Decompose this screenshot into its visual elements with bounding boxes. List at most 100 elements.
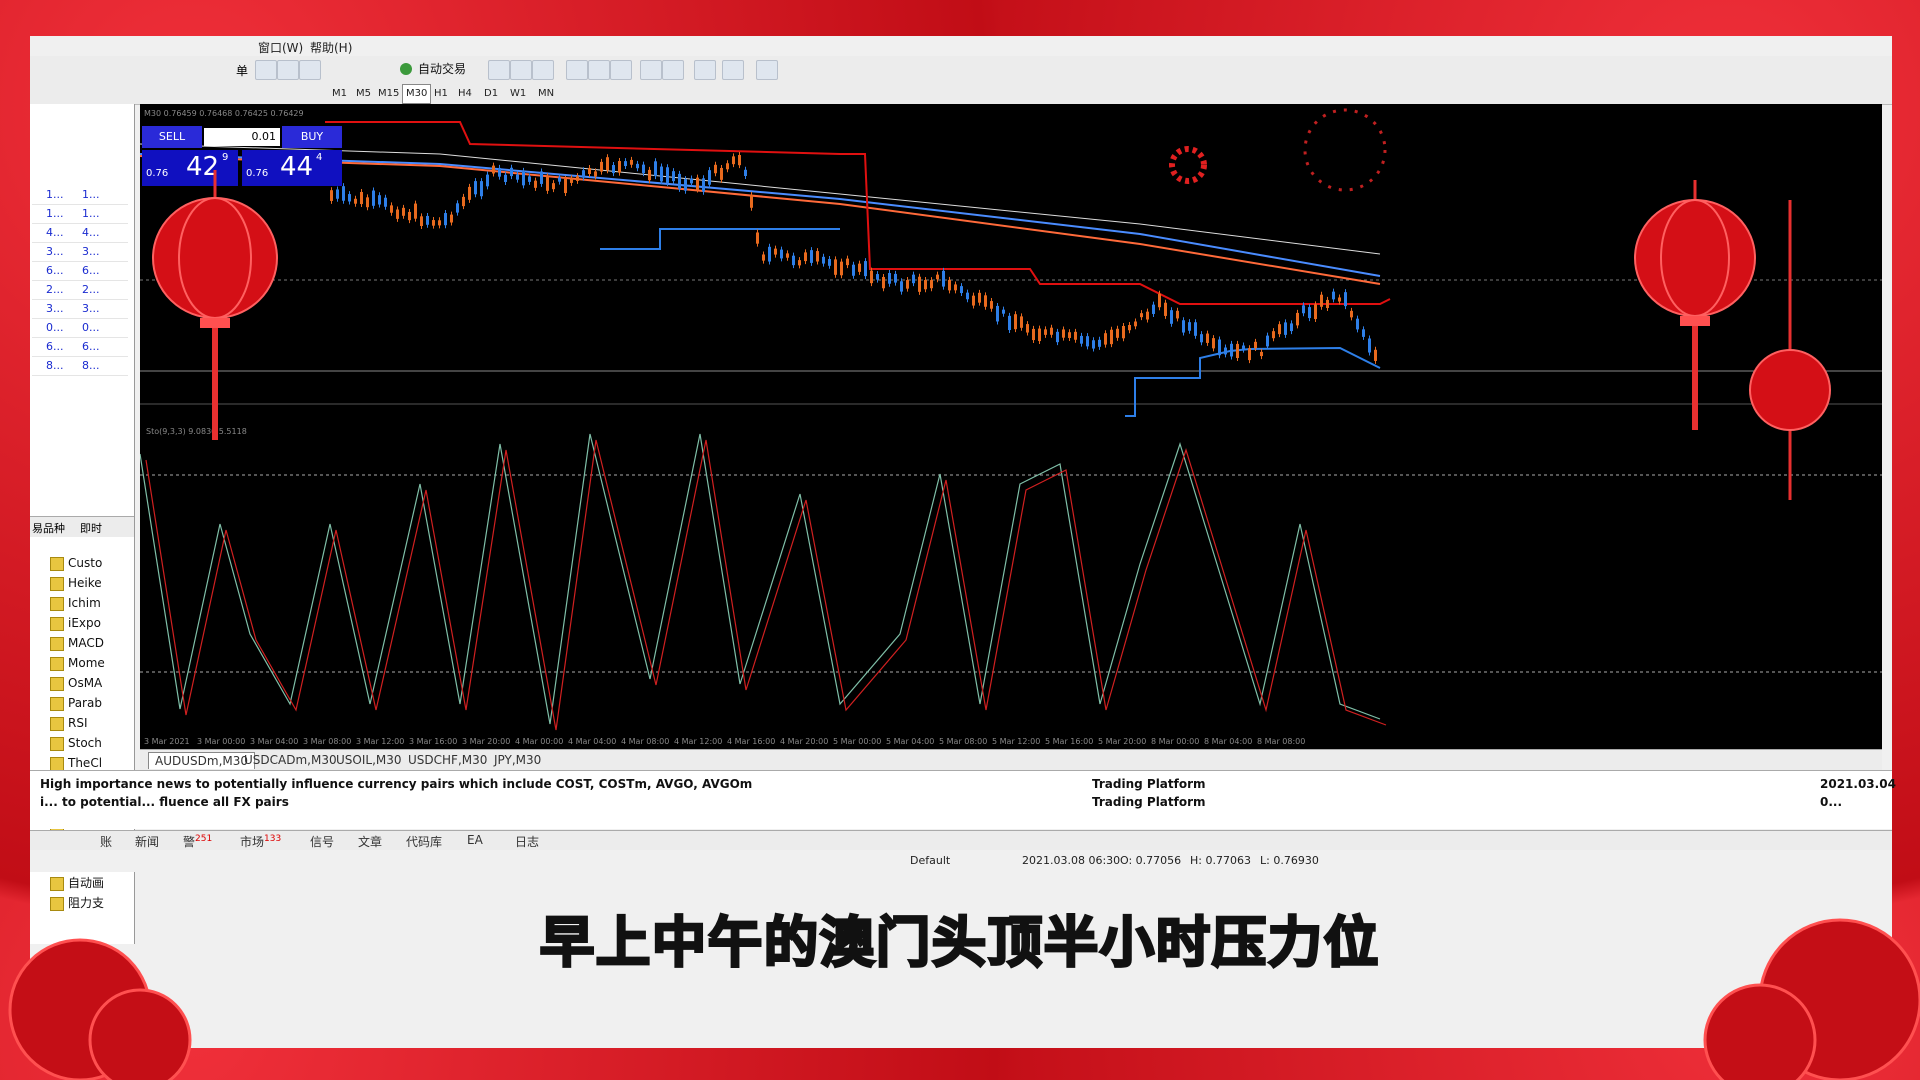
terminal-tab[interactable]: 市场133 <box>240 833 281 850</box>
price-chart[interactable]: M30 0.76459 0.76468 0.76425 0.76429 Sto(… <box>140 104 1882 749</box>
zoom-out-icon[interactable] <box>588 60 610 80</box>
terminal-tab[interactable]: 代码库 <box>406 833 442 850</box>
tf-m5[interactable]: M5 <box>352 84 375 104</box>
candle <box>918 276 921 292</box>
tf-m1[interactable]: M1 <box>328 84 351 104</box>
candle <box>600 161 603 172</box>
tf-d1[interactable]: D1 <box>480 84 502 104</box>
news-title-1[interactable]: High importance news to potentially infl… <box>40 775 752 793</box>
lot-input[interactable]: 0.01 <box>204 128 280 146</box>
market-watch-row[interactable]: 1... 1... <box>32 186 128 205</box>
market-watch-row[interactable]: 3... 3... <box>32 300 128 319</box>
navigator-indicator-item[interactable]: Custo <box>48 554 102 572</box>
candle <box>720 167 723 180</box>
x-axis-label: 3 Mar 20:00 <box>462 737 510 746</box>
line-chart-icon[interactable] <box>532 60 554 80</box>
candle <box>1038 328 1041 342</box>
terminal-tab[interactable]: 新闻 <box>135 833 159 850</box>
chart-tab-usdcadm[interactable]: USDCADm,M30 <box>238 752 343 768</box>
terminal-tab[interactable]: 信号 <box>310 833 334 850</box>
bar-chart-icon[interactable] <box>488 60 510 80</box>
navigator-indicator-item[interactable]: Mome <box>48 654 105 672</box>
autotrade-button[interactable]: 自动交易 <box>398 60 466 78</box>
terminal-tabs: 账 新闻 警251 市场133 信号 文章 代码库 EA 日志 <box>30 830 1892 851</box>
terminal-tab[interactable]: 账 <box>100 833 112 850</box>
candle-chart-icon[interactable] <box>510 60 532 80</box>
candle <box>1332 291 1335 300</box>
terminal-tab[interactable]: EA <box>467 833 483 847</box>
terminal-tab[interactable]: 警251 <box>183 833 212 850</box>
menu-help[interactable]: 帮助(H) <box>310 39 352 56</box>
tf-h1[interactable]: H1 <box>430 84 452 104</box>
candle <box>726 163 729 170</box>
tab-symbols[interactable]: 易品种 <box>32 520 65 536</box>
candle <box>558 177 561 182</box>
candle <box>444 213 447 226</box>
candle <box>1104 333 1107 345</box>
navigator-indicator-item[interactable]: Ichim <box>48 594 101 612</box>
autoscroll-icon[interactable] <box>640 60 662 80</box>
navigator-indicator-item[interactable]: OsMA <box>48 674 102 692</box>
chart-shift-icon[interactable] <box>662 60 684 80</box>
candle <box>822 256 825 264</box>
ask-cell: 1... <box>82 207 100 220</box>
tf-mn[interactable]: MN <box>534 84 558 104</box>
sell-button[interactable]: SELL <box>142 126 202 148</box>
menu-window[interactable]: 窗口(W) <box>258 39 303 56</box>
signals-icon[interactable] <box>299 60 321 80</box>
market-watch-row[interactable]: 3... 3... <box>32 243 128 262</box>
new-order-label[interactable]: 单 <box>236 62 248 79</box>
navigator-indicator-item[interactable]: Stoch <box>48 734 102 752</box>
periods-icon[interactable] <box>722 60 744 80</box>
buy-price-box[interactable]: 0.76 44 4 <box>242 150 342 186</box>
candle <box>1002 309 1005 314</box>
navigator-indicator-item[interactable]: MACD <box>48 634 104 652</box>
candle <box>426 215 429 225</box>
navigator-indicator-item[interactable]: RSI <box>48 714 88 732</box>
candle <box>618 161 621 173</box>
chart-tab-usdchf[interactable]: USDCHF,M30 <box>402 752 493 768</box>
stoch-signal-line <box>145 439 1387 731</box>
candle <box>504 174 507 182</box>
tile-windows-icon[interactable] <box>610 60 632 80</box>
chart-tab-jpy[interactable]: JPY,M30 <box>488 752 547 768</box>
market-watch-row[interactable]: 8... 8... <box>32 357 128 376</box>
candle <box>570 178 573 183</box>
candle <box>624 161 627 167</box>
terminal-tab[interactable]: 日志 <box>515 833 539 850</box>
zoom-in-icon[interactable] <box>566 60 588 80</box>
templates-icon[interactable] <box>756 60 778 80</box>
terminal-tab[interactable]: 文章 <box>358 833 382 850</box>
market-watch-row[interactable]: 0... 0... <box>32 319 128 338</box>
tf-m30[interactable]: M30 <box>402 84 432 104</box>
navigator-indicator-item[interactable]: 自动画 <box>48 874 104 892</box>
market-watch-row[interactable]: 6... 6... <box>32 338 128 357</box>
ask-cell: 6... <box>82 340 100 353</box>
buy-button[interactable]: BUY <box>282 126 342 148</box>
chart-tab-usoil[interactable]: USOIL,M30 <box>330 752 408 768</box>
metaeditor-icon[interactable] <box>255 60 277 80</box>
candle <box>684 179 687 191</box>
people-icon[interactable] <box>277 60 299 80</box>
market-watch-row[interactable]: 4... 4... <box>32 224 128 243</box>
candle <box>354 198 357 204</box>
navigator-indicator-item[interactable]: iExpo <box>48 614 101 632</box>
navigator-indicator-item[interactable]: Heike <box>48 574 102 592</box>
candle <box>1308 307 1311 319</box>
sell-price-box[interactable]: 0.76 42 9 <box>142 150 238 186</box>
candle <box>780 249 783 259</box>
candle <box>534 180 537 188</box>
market-watch-row[interactable]: 1... 1... <box>32 205 128 224</box>
news-title-2[interactable]: i... to potential... fluence all FX pair… <box>40 793 289 811</box>
candle <box>816 251 819 262</box>
tf-m15[interactable]: M15 <box>374 84 403 104</box>
navigator-indicator-item[interactable]: Parab <box>48 694 102 712</box>
candle <box>1074 331 1077 340</box>
tf-w1[interactable]: W1 <box>506 84 530 104</box>
candle <box>798 260 801 266</box>
market-watch-row[interactable]: 2... 2... <box>32 281 128 300</box>
indicators-icon[interactable] <box>694 60 716 80</box>
tf-h4[interactable]: H4 <box>454 84 476 104</box>
tab-ticks[interactable]: 即时 <box>80 520 102 536</box>
market-watch-row[interactable]: 6... 6... <box>32 262 128 281</box>
